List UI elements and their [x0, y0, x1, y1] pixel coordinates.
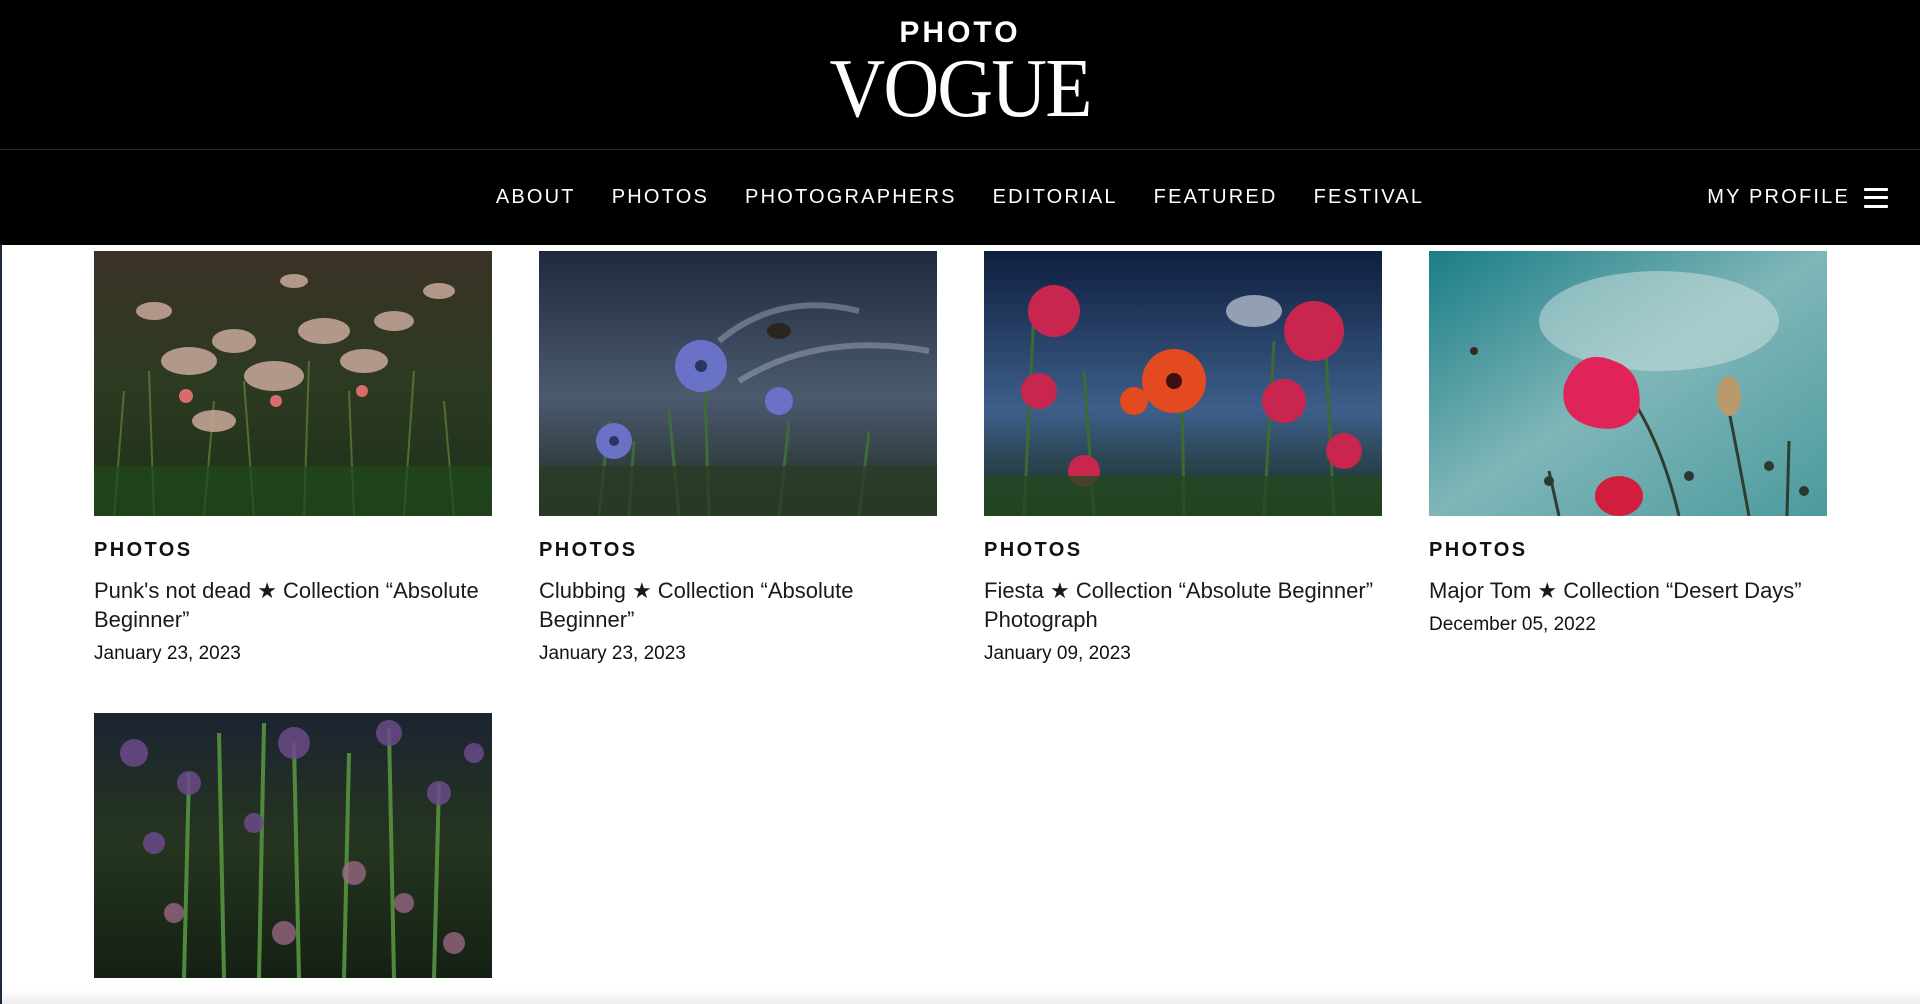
card-category[interactable]: PHOTOS	[984, 538, 1382, 562]
card-title[interactable]: Fiesta ★ Collection “Absolute Beginner” …	[984, 576, 1382, 634]
card-category[interactable]: PHOTOS	[1429, 538, 1827, 562]
card-category[interactable]: PHOTOS	[539, 538, 937, 562]
nav-item-featured[interactable]: FEATURED	[1136, 150, 1296, 245]
main-nav: ABOUT PHOTOS PHOTOGRAPHERS EDITORIAL FEA…	[0, 150, 1920, 245]
card-category[interactable]: PHOTOS	[94, 538, 492, 562]
photo-card: PHOTOS Major Tom ★ Collection “Desert Da…	[1429, 251, 1827, 637]
hamburger-icon[interactable]	[1864, 187, 1888, 208]
nav-item-photographers[interactable]: PHOTOGRAPHERS	[727, 150, 975, 245]
nav-item-about[interactable]: ABOUT	[478, 150, 594, 245]
logo-wordmark[interactable]: VOGUE	[829, 47, 1092, 131]
my-profile-button[interactable]: MY PROFILE	[1707, 150, 1888, 245]
nav-item-editorial[interactable]: EDITORIAL	[975, 150, 1136, 245]
my-profile-label: MY PROFILE	[1707, 186, 1850, 208]
card-date: December 05, 2022	[1429, 614, 1596, 635]
masthead: PHOTO VOGUE	[0, 0, 1920, 150]
card-date: January 23, 2023	[539, 643, 686, 664]
photo-thumbnail-punks-not-dead[interactable]	[94, 251, 492, 516]
photo-thumbnail-clubbing[interactable]	[539, 251, 937, 516]
photo-card: PHOTOS Punk's not dead ★ Collection “Abs…	[94, 251, 492, 666]
photo-thumbnail-fiesta[interactable]	[984, 251, 1382, 516]
photo-thumbnail-allium[interactable]	[94, 713, 492, 978]
photo-card	[94, 713, 492, 978]
photo-thumbnail-major-tom[interactable]	[1429, 251, 1827, 516]
card-title[interactable]: Punk's not dead ★ Collection “Absolute B…	[94, 576, 492, 634]
card-date: January 09, 2023	[984, 643, 1131, 664]
card-date: January 23, 2023	[94, 643, 241, 664]
bottom-fade	[0, 990, 1920, 1004]
nav-item-festival[interactable]: FESTIVAL	[1296, 150, 1443, 245]
nav-links: ABOUT PHOTOS PHOTOGRAPHERS EDITORIAL FEA…	[0, 150, 1920, 245]
photo-card: PHOTOS Fiesta ★ Collection “Absolute Beg…	[984, 251, 1382, 666]
photo-card: PHOTOS Clubbing ★ Collection “Absolute B…	[539, 251, 937, 666]
card-title[interactable]: Clubbing ★ Collection “Absolute Beginner…	[539, 576, 937, 634]
nav-item-photos[interactable]: PHOTOS	[594, 150, 727, 245]
card-title[interactable]: Major Tom ★ Collection “Desert Days”	[1429, 576, 1827, 605]
